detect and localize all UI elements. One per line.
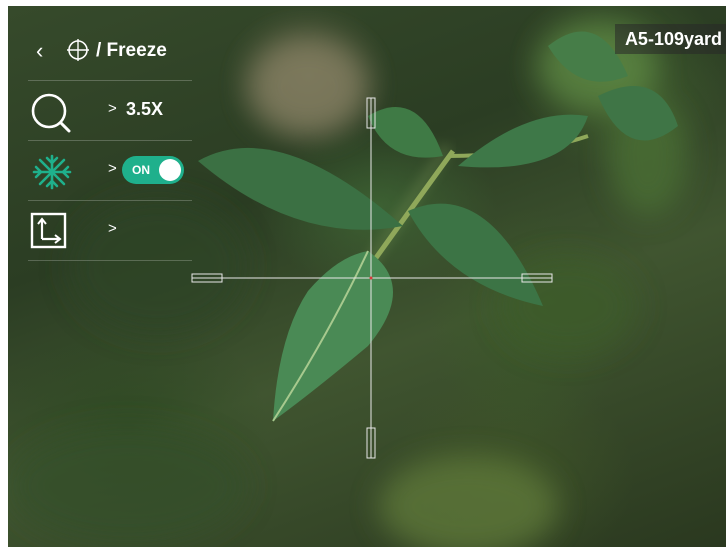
reticle-center-dot	[369, 276, 373, 280]
scope-viewport: ‹ / Freeze > 3.5X > ON > A5-109yard	[8, 6, 726, 547]
reticle	[191, 97, 553, 459]
